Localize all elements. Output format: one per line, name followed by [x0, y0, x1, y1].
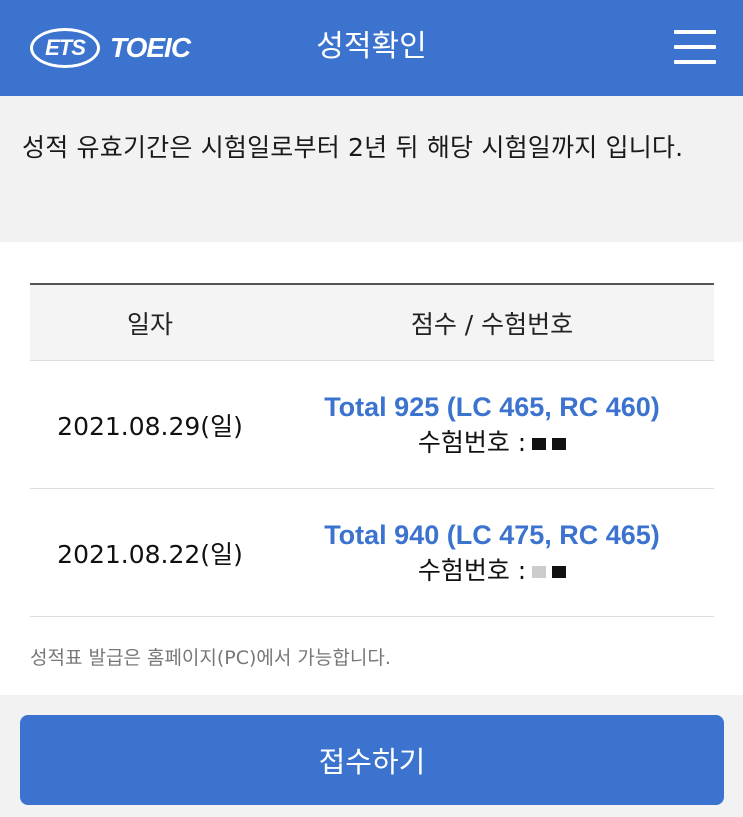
issue-note: 성적표 발급은 홈페이지(PC)에서 가능합니다. [30, 647, 391, 669]
redacted-mark [532, 437, 547, 450]
validity-notice: 성적 유효기간은 시험일로부터 2년 뒤 해당 시험일까지 입니다. [0, 96, 743, 242]
redacted-mark [552, 565, 567, 578]
score-cell: Total 925 (LC 465, RC 460) 수험번호 : [270, 389, 714, 461]
total-score: Total 940 (LC 475, RC 465) [324, 519, 660, 550]
score-section: 일자 점수 / 수험번호 2021.08.29(일) Total 925 (LC… [0, 242, 743, 695]
column-header-date: 일자 [126, 309, 173, 339]
table-row: 2021.08.29(일) Total 925 (LC 465, RC 460)… [30, 361, 714, 489]
registration-number: 수험번호 : [270, 425, 714, 461]
app-header: ETS TOEIC 성적확인 [0, 0, 743, 96]
table-row: 2021.08.22(일) Total 940 (LC 475, RC 465)… [30, 489, 714, 617]
hamburger-menu-icon[interactable] [674, 28, 716, 66]
redacted-mark [532, 565, 547, 578]
column-header-score: 점수 / 수험번호 [410, 309, 574, 339]
total-score: Total 925 (LC 465, RC 460) [324, 391, 660, 422]
registration-number: 수험번호 : [270, 553, 714, 589]
table-header: 일자 점수 / 수험번호 [30, 285, 714, 361]
registration-label: 수험번호 : [417, 555, 527, 585]
exam-date: 2021.08.29(일) [57, 411, 243, 441]
registration-label: 수험번호 : [417, 427, 527, 457]
apply-button[interactable]: 접수하기 [20, 715, 724, 805]
exam-date: 2021.08.22(일) [57, 539, 243, 569]
page-title: 성적확인 [316, 29, 427, 64]
score-table: 일자 점수 / 수험번호 2021.08.29(일) Total 925 (LC… [30, 283, 714, 617]
redacted-mark [552, 437, 567, 450]
score-cell: Total 940 (LC 475, RC 465) 수험번호 : [270, 517, 714, 589]
